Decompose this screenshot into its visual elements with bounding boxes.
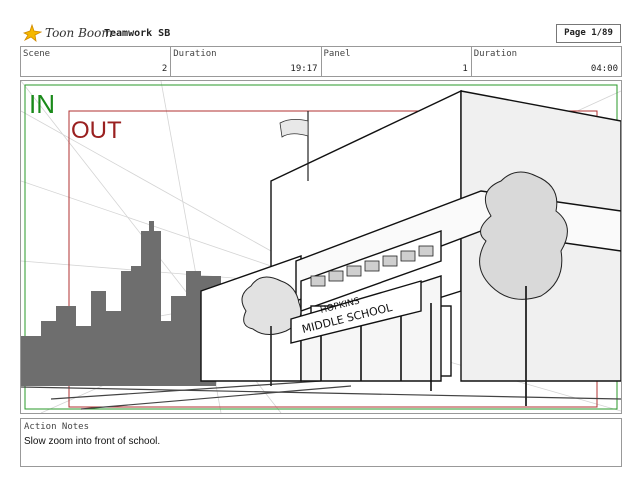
page-value: 1/89 bbox=[591, 28, 613, 38]
out-label: OUT bbox=[71, 117, 122, 144]
panel-duration-value: 04:00 bbox=[590, 64, 618, 74]
scene-value: 2 bbox=[161, 64, 168, 74]
panel-duration-label: Duration bbox=[473, 49, 518, 59]
toon-boom-star-icon bbox=[22, 24, 42, 42]
project-title: Teamwork SB bbox=[104, 28, 171, 39]
action-notes: Action Notes Slow zoom into front of sch… bbox=[20, 418, 622, 467]
scene-duration-value: 19:17 bbox=[290, 64, 318, 74]
action-notes-label: Action Notes bbox=[24, 422, 90, 432]
scene-cell: Scene 2 bbox=[21, 47, 170, 76]
panel-duration-cell: Duration 04:00 bbox=[470, 47, 621, 76]
action-notes-text: Slow zoom into front of school. bbox=[24, 436, 161, 447]
panel-cell: Panel 1 bbox=[320, 47, 471, 76]
storyboard-panel: HOPKINS MIDDLE SCHOOL IN OUT bbox=[20, 80, 622, 414]
flag bbox=[279, 119, 309, 138]
panel-value: 1 bbox=[462, 64, 468, 74]
scene-label: Scene bbox=[23, 49, 51, 59]
scene-duration-label: Duration bbox=[173, 49, 217, 59]
logo: Toon Boom bbox=[22, 24, 113, 42]
scene-duration-cell: Duration 19:17 bbox=[170, 47, 320, 76]
in-label: IN bbox=[29, 89, 55, 119]
logo-text: Toon Boom bbox=[45, 26, 113, 40]
page-indicator: Page 1/89 bbox=[556, 24, 621, 43]
info-bar: Scene 2 Duration 19:17 Panel 1 Duration … bbox=[20, 46, 622, 77]
panel-label: Panel bbox=[323, 49, 351, 59]
page-label: Page bbox=[564, 28, 586, 38]
